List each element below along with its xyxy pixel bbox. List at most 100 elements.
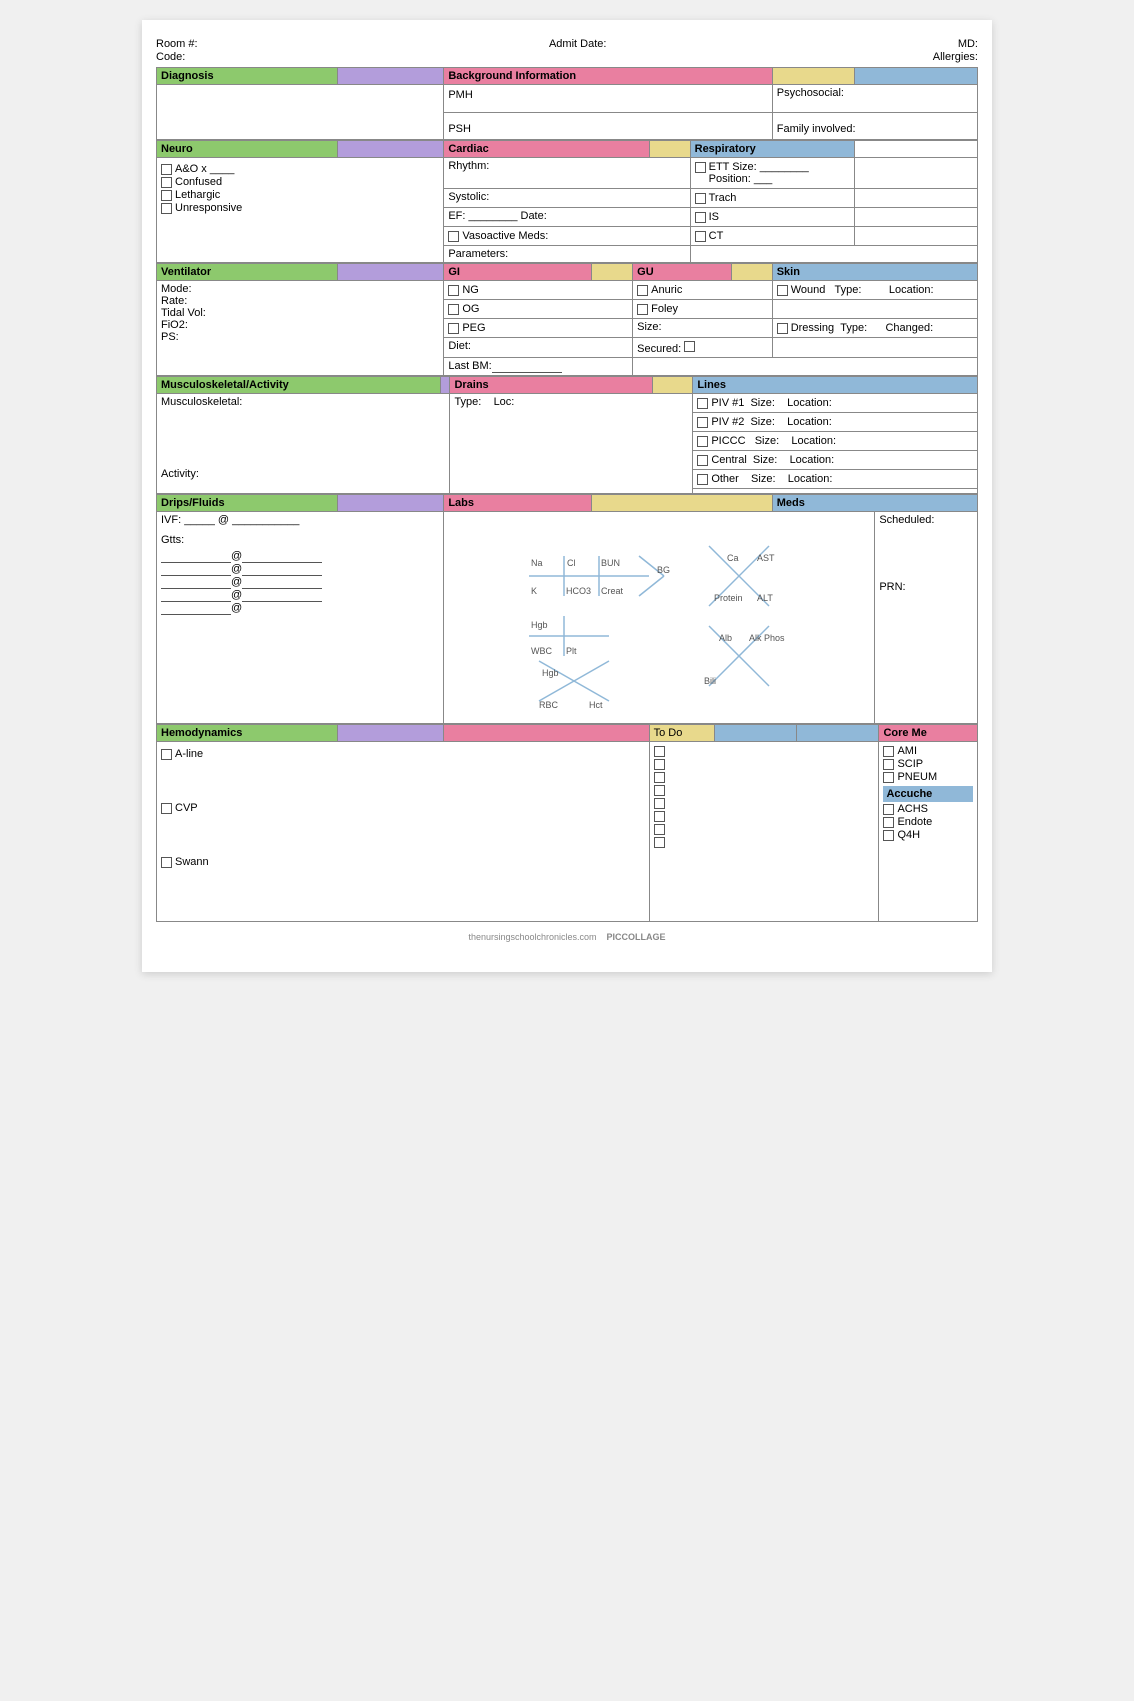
- todo2-cb[interactable]: [654, 759, 665, 770]
- cardiac-params: Parameters:: [444, 246, 690, 263]
- aline-checkbox[interactable]: [161, 749, 172, 760]
- core-pneum: PNEUM: [883, 771, 973, 783]
- foley-checkbox[interactable]: [637, 304, 648, 315]
- meds-prn: PRN:: [879, 581, 973, 593]
- swann-checkbox[interactable]: [161, 857, 172, 868]
- lines-piv1: PIV #1 Size: Location:: [693, 394, 978, 413]
- msk-header: Musculoskeletal/Activity: [157, 377, 441, 394]
- drains-yellow: [652, 377, 692, 394]
- core-ami: AMI: [883, 745, 973, 757]
- core-header: Core Me: [879, 725, 978, 742]
- todo3-cb[interactable]: [654, 772, 665, 783]
- svg-text:Alk Phos: Alk Phos: [749, 633, 785, 643]
- hemo-content: A-line CVP Swann: [157, 742, 650, 922]
- lines-piccc: PICCC Size: Location:: [693, 432, 978, 451]
- svg-text:Hgb: Hgb: [531, 620, 548, 630]
- pmh-label: PMH: [448, 89, 472, 101]
- svg-text:WBC: WBC: [531, 646, 552, 656]
- hemo-swann: Swann: [161, 856, 645, 868]
- endote-cb[interactable]: [883, 817, 894, 828]
- resp-is: IS: [690, 208, 854, 227]
- gi-yellow: [592, 264, 633, 281]
- piv2-checkbox[interactable]: [697, 417, 708, 428]
- gu-skin-extra: [633, 358, 978, 376]
- vaso-checkbox[interactable]: [448, 231, 459, 242]
- vent-purple: [337, 264, 444, 281]
- todo-5: [654, 797, 875, 809]
- scip-cb[interactable]: [883, 759, 894, 770]
- todo-2: [654, 758, 875, 770]
- background-header: Background Information: [444, 68, 772, 85]
- achs-cb[interactable]: [883, 804, 894, 815]
- piv1-checkbox[interactable]: [697, 398, 708, 409]
- drains-content: Type: Loc:: [450, 394, 693, 494]
- todo7-cb[interactable]: [654, 824, 665, 835]
- trach-checkbox[interactable]: [695, 193, 706, 204]
- q4h-cb[interactable]: [883, 830, 894, 841]
- hemo-cvp: CVP: [161, 802, 645, 814]
- ami-cb[interactable]: [883, 746, 894, 757]
- neuro-lethargic: Lethargic: [161, 189, 439, 201]
- cvp-checkbox[interactable]: [161, 803, 172, 814]
- footer: thenursingschoolchronicles.com PICCOLLAG…: [156, 932, 978, 942]
- svg-text:Alb: Alb: [719, 633, 732, 643]
- aox-checkbox[interactable]: [161, 164, 172, 175]
- anuric-checkbox[interactable]: [637, 285, 648, 296]
- og-checkbox[interactable]: [448, 304, 459, 315]
- wound-checkbox[interactable]: [777, 285, 788, 296]
- hemo-header: Hemodynamics: [157, 725, 338, 742]
- core-endote: Endote: [883, 816, 973, 828]
- todo-7: [654, 823, 875, 835]
- ett-checkbox[interactable]: [695, 162, 706, 173]
- meds-scheduled-space: [879, 526, 973, 581]
- todo1-cb[interactable]: [654, 746, 665, 757]
- background-yellow: [772, 68, 854, 85]
- is-checkbox[interactable]: [695, 212, 706, 223]
- nursing-form: Room #: Admit Date: MD: Code: Allergies:…: [142, 20, 992, 972]
- pneum-cb[interactable]: [883, 772, 894, 783]
- cardiac-header: Cardiac: [444, 141, 649, 158]
- svg-text:BUN: BUN: [601, 558, 620, 568]
- piccc-checkbox[interactable]: [697, 436, 708, 447]
- psh-cell: PSH: [444, 112, 772, 140]
- confused-checkbox[interactable]: [161, 177, 172, 188]
- meds-content: Scheduled: PRN:: [875, 512, 978, 724]
- diagnosis-header: Diagnosis: [157, 68, 338, 85]
- labs-content: Na Cl BUN K HCO3 Creat BG Hgb WBC Plt: [444, 512, 875, 724]
- todo6-cb[interactable]: [654, 811, 665, 822]
- todo5-cb[interactable]: [654, 798, 665, 809]
- gu-foley: Foley: [633, 300, 773, 319]
- core-achs: ACHS: [883, 803, 973, 815]
- unresponsive-checkbox[interactable]: [161, 203, 172, 214]
- lethargic-checkbox[interactable]: [161, 190, 172, 201]
- skin-extra: [772, 338, 977, 358]
- cardiac-yellow: [649, 141, 690, 158]
- ng-checkbox[interactable]: [448, 285, 459, 296]
- msk-activity: Activity:: [161, 468, 445, 480]
- todo8-cb[interactable]: [654, 837, 665, 848]
- neuro-unresponsive: Unresponsive: [161, 202, 439, 214]
- other-checkbox[interactable]: [697, 474, 708, 485]
- labs-diagram: Na Cl BUN K HCO3 Creat BG Hgb WBC Plt: [448, 516, 870, 716]
- cardiac-rhythm: Rhythm:: [444, 158, 690, 189]
- msk-content: Musculoskeletal: Activity:: [157, 394, 450, 494]
- svg-text:Protein: Protein: [714, 593, 743, 603]
- svg-text:Hgb: Hgb: [542, 668, 559, 678]
- drips-header: Drips/Fluids: [157, 495, 338, 512]
- lines-other: Other Size: Location:: [693, 470, 978, 489]
- respiratory-header: Respiratory: [690, 141, 854, 158]
- resp-trach: Trach: [690, 189, 854, 208]
- cardiac-ef: EF: ________ Date:: [444, 208, 690, 227]
- svg-text:BG: BG: [657, 565, 670, 575]
- resp-ett-extra: [854, 158, 977, 189]
- vent-content: Mode: Rate: Tidal Vol: FiO2: PS:: [157, 281, 444, 376]
- todo4-cb[interactable]: [654, 785, 665, 796]
- resp-ett: ETT Size: ________ Position: ___: [690, 158, 854, 189]
- central-checkbox[interactable]: [697, 455, 708, 466]
- secured-checkbox[interactable]: [684, 341, 695, 352]
- footer-app: PICCOLLAGE: [607, 932, 666, 942]
- dressing-checkbox[interactable]: [777, 323, 788, 334]
- peg-checkbox[interactable]: [448, 323, 459, 334]
- ct-checkbox[interactable]: [695, 231, 706, 242]
- msk-msk: Musculoskeletal:: [161, 396, 445, 408]
